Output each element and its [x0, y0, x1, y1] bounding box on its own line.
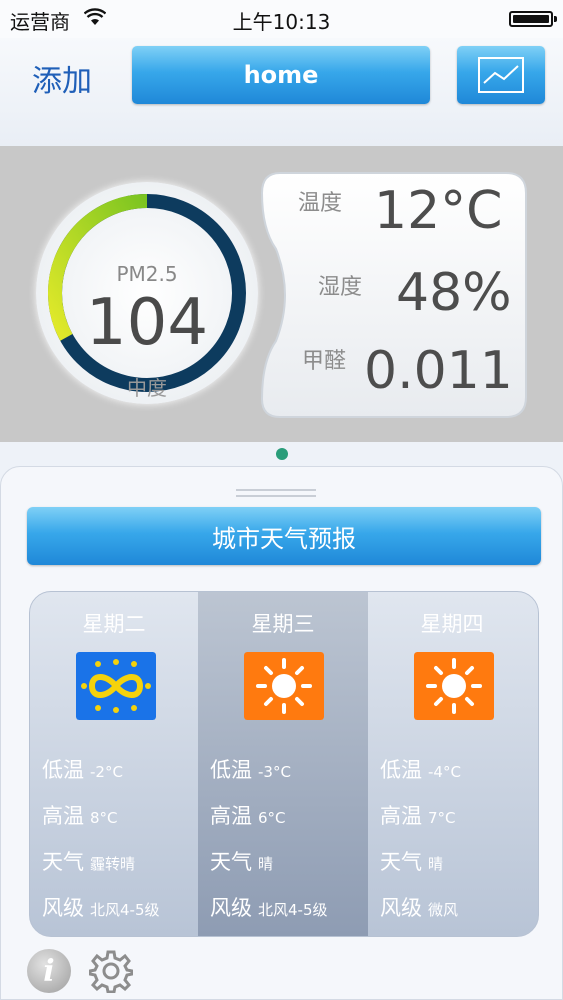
pm25-dial: PM2.5 104 中度 [36, 182, 258, 404]
pm25-level: 中度 [127, 376, 167, 400]
wind-value: 北风4-5级 [258, 901, 328, 919]
high-temp-value: 6°C [258, 809, 286, 827]
air-quality-panel: PM2.5 104 中度 温度 12°C 湿度 48% 甲醛 0.011 [0, 146, 563, 442]
readings-card: 温度 12°C 湿度 48% 甲醛 0.011 [258, 171, 528, 419]
chart-button[interactable] [457, 46, 545, 104]
weather-value: 晴 [258, 855, 274, 873]
forecast-day: 星期二 低温 -2°C 高温 8°C 天气 霾转晴 风级 北风4-5级 [30, 592, 198, 936]
forecast-title: 城市天气预报 [27, 507, 541, 565]
line-chart-icon [478, 57, 524, 93]
weather-label: 天气 [380, 850, 422, 874]
forecast-sheet: 城市天气预报 星期二 低温 -2°C 高温 8°C 天气 霾转晴 风级 北风4-5级 星… [0, 466, 563, 1000]
low-temp-value: -3°C [258, 763, 291, 781]
low-temp-value: -4°C [428, 763, 461, 781]
info-icon[interactable]: i [27, 949, 71, 993]
pm25-value: 104 [85, 286, 209, 360]
location-button[interactable]: home [132, 46, 430, 104]
wind-label: 风级 [380, 896, 422, 920]
high-temp-label: 高温 [42, 804, 84, 828]
day-name: 星期三 [251, 612, 315, 636]
sheet-drag-handle[interactable] [236, 489, 316, 497]
weather-label: 天气 [42, 850, 84, 874]
weather-value: 霾转晴 [90, 855, 136, 873]
haze-icon [76, 652, 156, 720]
high-temp-label: 高温 [380, 804, 422, 828]
sun-icon [414, 652, 494, 720]
weather-row: 天气晴 [210, 846, 273, 876]
nav-bar: 添加 home [0, 38, 563, 146]
low-temp-row: 低温 -4°C [380, 754, 461, 784]
formaldehyde-label: 甲醛 [302, 349, 347, 374]
wind-label: 风级 [42, 896, 84, 920]
high-temp-label: 高温 [210, 804, 252, 828]
high-temp-row: 高温 7°C [380, 800, 456, 830]
wind-value: 北风4-5级 [90, 901, 160, 919]
forecast-day: 星期三 低温 -3°C 高温 6°C 天气晴 风级 北风4-5级 [198, 592, 368, 936]
wind-row: 风级 北风4-5级 [210, 892, 328, 922]
status-time: 上午10:13 [232, 10, 331, 34]
weather-label: 天气 [210, 850, 252, 874]
temperature-value: 12°C [374, 181, 503, 241]
add-button[interactable]: 添加 [32, 56, 92, 100]
wind-label: 风级 [210, 896, 252, 920]
sun-icon [244, 652, 324, 720]
low-temp-label: 低温 [380, 758, 422, 782]
humidity-value: 48% [396, 263, 512, 323]
day-name: 星期四 [420, 612, 484, 636]
day-name: 星期二 [82, 612, 146, 636]
weather-value: 晴 [428, 855, 444, 873]
high-temp-row: 高温 6°C [210, 800, 286, 830]
low-temp-row: 低温 -3°C [210, 754, 291, 784]
wind-value: 微风 [428, 901, 459, 919]
weather-row: 天气 霾转晴 [42, 846, 135, 876]
wind-row: 风级 微风 [380, 892, 458, 922]
temperature-label: 温度 [298, 191, 343, 216]
low-temp-label: 低温 [210, 758, 252, 782]
page-indicator-dot[interactable] [276, 448, 288, 460]
wind-row: 风级 北风4-5级 [42, 892, 160, 922]
weather-row: 天气晴 [380, 846, 443, 876]
formaldehyde-value: 0.011 [364, 341, 513, 401]
battery-icon [509, 11, 557, 27]
high-temp-value: 7°C [428, 809, 456, 827]
gear-icon[interactable] [89, 949, 133, 993]
pm25-label: PM2.5 [116, 262, 178, 286]
forecast-day: 星期四 低温 -4°C 高温 7°C 天气晴 风级 微风 [368, 592, 536, 936]
status-bar: 运营商 上午10:13 [0, 0, 563, 38]
high-temp-value: 8°C [90, 809, 118, 827]
forecast-table: 星期二 低温-2°C 高温8°C 天气霾转晴 风级北风4-5级 星期三 [29, 591, 539, 937]
low-temp-row: 低温 -2°C [42, 754, 123, 784]
high-temp-row: 高温 8°C [42, 800, 118, 830]
low-temp-label: 低温 [42, 758, 84, 782]
low-temp-value: -2°C [90, 763, 123, 781]
humidity-label: 湿度 [318, 275, 363, 300]
